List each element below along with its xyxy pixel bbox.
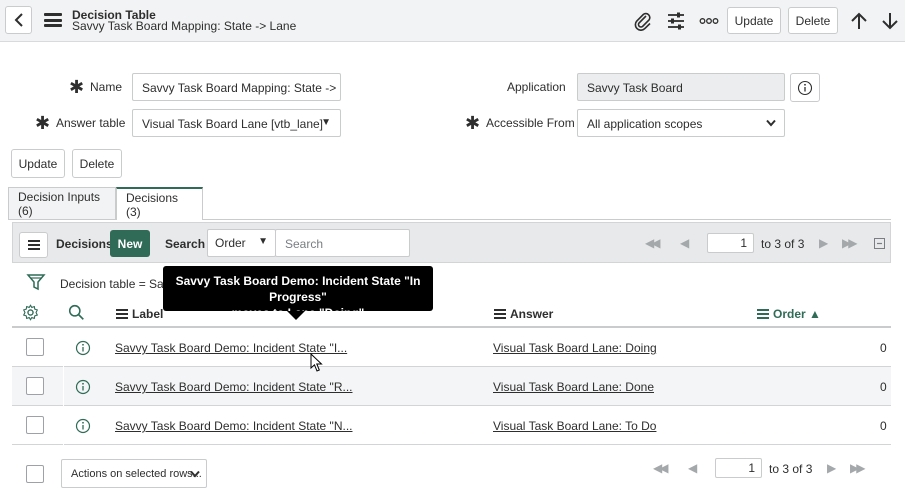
arrow-up-icon[interactable] [849, 11, 869, 31]
row-divider [63, 406, 64, 445]
column-header-order[interactable]: Order ▲ [773, 307, 821, 321]
search-label: Search [165, 237, 206, 251]
table-row: Savvy Task Board Demo: Incident State "I… [12, 328, 891, 367]
accessible-from-value: All application scopes [587, 117, 703, 131]
last-page-icon[interactable]: ▶▶ [842, 236, 858, 250]
row-divider [63, 367, 64, 406]
accessible-from-label: Accessible From [486, 116, 575, 130]
collapse-icon[interactable] [874, 238, 885, 249]
required-marker: ✱ [35, 113, 51, 134]
row-checkbox[interactable] [26, 416, 44, 434]
application-label: Application [507, 80, 566, 94]
row-label-link[interactable]: Savvy Task Board Demo: Incident State "R… [115, 380, 352, 394]
row-order-value: 0 [880, 341, 887, 355]
table-row: Savvy Task Board Demo: Incident State "N… [12, 406, 891, 445]
header-delete-button[interactable]: Delete [788, 7, 838, 34]
tooltip-line: Savvy Task Board Demo: Incident State "I… [175, 274, 421, 304]
column-menu-icon[interactable] [116, 309, 128, 319]
page-count: to 3 of 3 [761, 237, 805, 251]
more-icon[interactable] [699, 11, 719, 31]
info-icon[interactable] [75, 379, 91, 395]
info-icon[interactable] [75, 340, 91, 356]
chevron-left-icon [14, 13, 23, 27]
funnel-icon[interactable] [26, 272, 46, 292]
answer-table-label: Answer table [56, 116, 126, 130]
row-divider [63, 328, 64, 367]
header-update-button[interactable]: Update [727, 7, 781, 34]
name-field[interactable]: Savvy Task Board Mapping: State -> Lan [132, 73, 341, 101]
select-all-checkbox[interactable] [26, 465, 44, 483]
first-page-icon[interactable]: ◀◀ [653, 461, 669, 475]
arrow-down-icon[interactable] [880, 11, 900, 31]
prev-page-icon[interactable]: ◀ [680, 236, 689, 250]
form-header: Decision Table Savvy Task Board Mapping:… [0, 0, 905, 42]
paperclip-icon[interactable] [633, 11, 653, 31]
actions-select-value: Actions on selected rows... [71, 468, 202, 480]
row-answer-link[interactable]: Visual Task Board Lane: Doing [493, 341, 657, 355]
form-delete-button[interactable]: Delete [72, 149, 122, 178]
name-label: Name [90, 80, 123, 94]
search-field-value: Order [215, 236, 246, 250]
footer-page-count: to 3 of 3 [769, 462, 813, 476]
pointer-cursor-icon [310, 353, 323, 372]
list-toolbar: Decisions New Search Order ▼ Search ◀◀ ◀… [12, 222, 891, 263]
application-field: Savvy Task Board [577, 73, 785, 101]
gear-icon[interactable] [22, 304, 39, 321]
list-menu-button[interactable] [19, 232, 48, 258]
required-marker: ✱ [69, 77, 85, 98]
footer-page-input[interactable]: 1 [715, 458, 762, 478]
row-checkbox[interactable] [26, 377, 44, 395]
column-header-answer[interactable]: Answer [510, 307, 553, 321]
related-list-tabs: Decision Inputs (6) Decisions (3) [8, 187, 891, 220]
list-title: Decisions [56, 237, 113, 251]
row-order-value: 0 [880, 380, 887, 394]
info-icon [797, 80, 813, 95]
next-page-icon[interactable]: ▶ [819, 236, 828, 250]
form-update-button[interactable]: Update [11, 149, 65, 178]
page-input[interactable]: 1 [707, 233, 754, 253]
row-checkbox[interactable] [26, 338, 44, 356]
search-input[interactable]: Search [275, 229, 410, 257]
search-field-select[interactable]: Order ▼ [207, 229, 276, 257]
first-page-icon[interactable]: ◀◀ [645, 236, 661, 250]
tab-decision-inputs[interactable]: Decision Inputs (6) [8, 187, 116, 219]
column-menu-icon[interactable] [494, 309, 506, 319]
row-order-value: 0 [880, 419, 887, 433]
sliders-icon[interactable] [666, 11, 686, 31]
column-header-label[interactable]: Label [132, 307, 163, 321]
answer-table-select[interactable]: Visual Task Board Lane [vtb_lane] ▼ [132, 109, 341, 137]
dropdown-arrow-icon: ▼ [258, 236, 268, 247]
column-menu-icon[interactable] [757, 309, 769, 319]
accessible-from-select[interactable]: All application scopes [577, 109, 785, 137]
next-page-icon[interactable]: ▶ [827, 461, 836, 475]
row-label-link[interactable]: Savvy Task Board Demo: Incident State "N… [115, 419, 352, 433]
tooltip-arrow [287, 311, 305, 320]
search-icon[interactable] [68, 304, 85, 321]
hamburger-icon [27, 240, 40, 250]
answer-table-value: Visual Task Board Lane [vtb_lane] [142, 117, 324, 131]
row-answer-link[interactable]: Visual Task Board Lane: Done [493, 380, 654, 394]
last-page-icon[interactable]: ▶▶ [850, 461, 866, 475]
chevron-down-icon [190, 470, 200, 478]
application-info-button[interactable] [790, 73, 820, 102]
info-icon[interactable] [75, 418, 91, 434]
chevron-down-icon [766, 119, 776, 127]
filter-breadcrumb[interactable]: Decision table = Savv [60, 277, 176, 291]
table-row: Savvy Task Board Demo: Incident State "R… [12, 367, 891, 406]
back-button[interactable] [5, 6, 32, 34]
required-marker: ✱ [465, 113, 481, 134]
prev-page-icon[interactable]: ◀ [688, 461, 697, 475]
dropdown-arrow-icon: ▼ [321, 117, 331, 128]
row-label-tooltip: Savvy Task Board Demo: Incident State "I… [163, 266, 433, 320]
hamburger-icon[interactable] [44, 13, 62, 27]
row-answer-link[interactable]: Visual Task Board Lane: To Do [493, 419, 656, 433]
actions-select[interactable]: Actions on selected rows... [61, 459, 207, 488]
record-subtitle: Savvy Task Board Mapping: State -> Lane [72, 19, 297, 33]
new-button[interactable]: New [110, 230, 150, 257]
tab-decisions[interactable]: Decisions (3) [116, 187, 203, 220]
